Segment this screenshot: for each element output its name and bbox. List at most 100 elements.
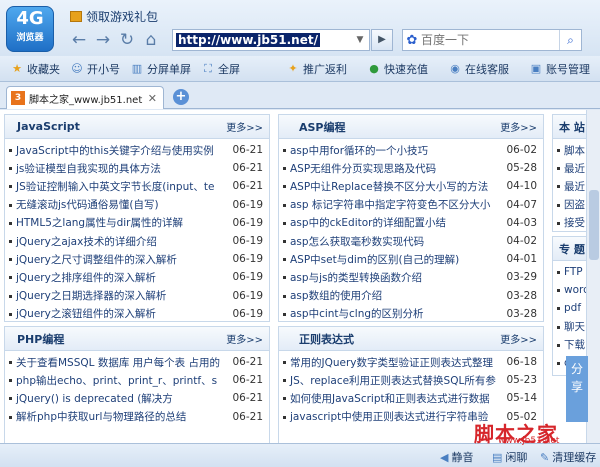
search-icon[interactable]: ⌕	[559, 30, 581, 50]
list-item[interactable]: 最近	[557, 159, 586, 177]
list-item[interactable]: asp中用for循环的一个小技巧 06-02	[283, 141, 537, 159]
new-tab-icon[interactable]: +	[173, 89, 189, 105]
list-item[interactable]: asp怎么获取毫秒数实现代码 04-02	[283, 232, 537, 250]
list-item[interactable]: asp 标记字符串中指定字符变色不区分大小 04-07	[283, 196, 537, 214]
refresh-icon[interactable]: ↻	[118, 30, 136, 50]
article-title[interactable]: 接受	[557, 215, 586, 230]
article-title[interactable]: js验证模型自我实现的具体方法	[9, 161, 228, 176]
favorites-button[interactable]: ★ 收藏夹	[10, 61, 60, 77]
article-title[interactable]: pdf	[557, 302, 586, 314]
list-item[interactable]: 解析php中获取url与物理路径的总结 06-21	[9, 408, 263, 426]
article-title[interactable]: jQuery之ajax技术的详细介绍	[9, 234, 228, 249]
article-title[interactable]: jQuery() is deprecated (解决方	[9, 391, 228, 406]
list-item[interactable]: jQuery之排序组件的深入解析 06-19	[9, 268, 263, 286]
list-item[interactable]: ASP中让Replace替换不区分大小写的方法 04-10	[283, 177, 537, 195]
list-item[interactable]: asp中cint与clng的区别分析 03-28	[283, 305, 537, 323]
clear-cache-button[interactable]: ✎ 清理缓存	[540, 449, 596, 465]
go-button[interactable]: ▶	[371, 29, 393, 51]
recharge-button[interactable]: ● 快速充值	[367, 61, 428, 77]
article-title[interactable]: 因盗	[557, 197, 586, 212]
tab-jb51[interactable]: 3 脚本之家_www.jb51.net ✕	[6, 86, 164, 109]
more-link[interactable]: 更多>>	[226, 119, 263, 134]
list-item[interactable]: 无缝滚动js代码通俗易懂(自写) 06-19	[9, 196, 263, 214]
more-link[interactable]: 更多>>	[226, 331, 263, 346]
back-icon[interactable]: ←	[70, 30, 88, 50]
article-title[interactable]: javascript中使用正则表达式进行字符串验	[283, 409, 502, 424]
article-title[interactable]: ASP无组件分页实现思路及代码	[283, 161, 502, 176]
home-icon[interactable]: ⌂	[142, 30, 160, 50]
article-title[interactable]: 下载	[557, 337, 586, 352]
more-link[interactable]: 更多>>	[500, 119, 537, 134]
vertical-scrollbar[interactable]	[586, 110, 600, 443]
close-tab-icon[interactable]: ✕	[148, 92, 157, 105]
article-title[interactable]: asp数组的使用介绍	[283, 288, 502, 303]
article-title[interactable]: asp中用for循环的一个小技巧	[283, 143, 502, 158]
list-item[interactable]: JS验证控制输入中英文字节长度(input、te 06-21	[9, 177, 263, 195]
chat-button[interactable]: ▤ 闲聊	[492, 449, 527, 465]
article-title[interactable]: 最近	[557, 161, 586, 176]
list-item[interactable]: js验证模型自我实现的具体方法 06-21	[9, 159, 263, 177]
list-item[interactable]: jQuery之尺寸调整组件的深入解析 06-19	[9, 250, 263, 268]
article-title[interactable]: jQuery之滚钮组件的深入解析	[9, 306, 228, 321]
new-account-button[interactable]: ☺ 开小号	[70, 61, 120, 77]
article-title[interactable]: asp与js的类型转换函数介绍	[283, 270, 502, 285]
list-item[interactable]: 常用的JQuery数字类型验证正则表达式整理 06-18	[283, 353, 537, 371]
list-item[interactable]: pdf	[557, 299, 586, 317]
list-item[interactable]: 下载	[557, 336, 586, 354]
list-item[interactable]: jQuery() is deprecated (解决方 06-21	[9, 389, 263, 407]
article-title[interactable]: FTP	[557, 266, 586, 278]
article-title[interactable]: ASP中让Replace替换不区分大小写的方法	[283, 179, 502, 194]
list-item[interactable]: ASP无组件分页实现思路及代码 05-28	[283, 159, 537, 177]
search-input[interactable]	[421, 33, 541, 47]
list-item[interactable]: word	[557, 281, 586, 299]
list-item[interactable]: 脚本	[557, 141, 586, 159]
article-title[interactable]: 如何使用JavaScript和正则表达式进行数据	[283, 391, 502, 406]
article-title[interactable]: asp中的ckEditor的详细配置小结	[283, 215, 502, 230]
mute-button[interactable]: ◀ 静音	[440, 449, 473, 465]
support-button[interactable]: ◉ 在线客服	[448, 61, 509, 77]
article-title[interactable]: jQuery之排序组件的深入解析	[9, 270, 228, 285]
list-item[interactable]: asp中的ckEditor的详细配置小结 04-03	[283, 214, 537, 232]
article-title[interactable]: 无缝滚动js代码通俗易懂(自写)	[9, 197, 228, 212]
share-button[interactable]: 分享	[566, 356, 588, 422]
list-item[interactable]: jQuery之ajax技术的详细介绍 06-19	[9, 232, 263, 250]
article-title[interactable]: HTML5之lang属性与dir属性的详解	[9, 215, 228, 230]
article-title[interactable]: php输出echo、print、print_r、printf、s	[9, 373, 228, 388]
split-screen-button[interactable]: ▥ 分屏单屏	[130, 61, 191, 77]
article-title[interactable]: jQuery之日期选择器的深入解析	[9, 288, 228, 303]
more-link[interactable]: 更多>>	[500, 331, 537, 346]
list-item[interactable]: jQuery之日期选择器的深入解析 06-19	[9, 287, 263, 305]
list-item[interactable]: JavaScript中的this关键字介绍与使用实例 06-21	[9, 141, 263, 159]
article-title[interactable]: jQuery之尺寸调整组件的深入解析	[9, 252, 228, 267]
list-item[interactable]: 如何使用JavaScript和正则表达式进行数据 05-14	[283, 389, 537, 407]
article-title[interactable]: ASP中set与dim的区别(自己的理解)	[283, 252, 502, 267]
list-item[interactable]: 关于查看MSSQL 数据库 用户每个表 占用的 06-21	[9, 353, 263, 371]
gift-link[interactable]: 领取游戏礼包	[70, 8, 158, 25]
article-title[interactable]: 常用的JQuery数字类型验证正则表达式整理	[283, 355, 502, 370]
forward-icon[interactable]: →	[94, 30, 112, 50]
article-title[interactable]: JavaScript中的this关键字介绍与使用实例	[9, 143, 228, 158]
article-title[interactable]: 解析php中获取url与物理路径的总结	[9, 409, 228, 424]
list-item[interactable]: JS、replace利用正则表达式替换SQL所有参 05-23	[283, 371, 537, 389]
address-bar[interactable]: http://www.jb51.net/	[172, 29, 370, 51]
promotion-button[interactable]: ✦ 推广返利	[286, 61, 347, 77]
article-title[interactable]: asp怎么获取毫秒数实现代码	[283, 234, 502, 249]
article-title[interactable]: word	[557, 284, 586, 296]
article-title[interactable]: JS验证控制输入中英文字节长度(input、te	[9, 179, 228, 194]
list-item[interactable]: jQuery之滚钮组件的深入解析 06-19	[9, 305, 263, 323]
list-item[interactable]: php输出echo、print、print_r、printf、s 06-21	[9, 371, 263, 389]
article-title[interactable]: 最近	[557, 179, 586, 194]
article-title[interactable]: 脚本	[557, 143, 586, 158]
list-item[interactable]: ASP中set与dim的区别(自己的理解) 04-01	[283, 250, 537, 268]
article-title[interactable]: 关于查看MSSQL 数据库 用户每个表 占用的	[9, 355, 228, 370]
browser-logo[interactable]: 4G 浏览器	[6, 6, 54, 52]
list-item[interactable]: HTML5之lang属性与dir属性的详解 06-19	[9, 214, 263, 232]
list-item[interactable]: 接受	[557, 214, 586, 232]
list-item[interactable]: FTP	[557, 263, 586, 281]
article-title[interactable]: asp 标记字符串中指定字符变色不区分大小	[283, 197, 502, 212]
address-dropdown-icon[interactable]: ▼	[352, 30, 368, 50]
article-title[interactable]: 聊天	[557, 319, 586, 334]
article-title[interactable]: asp中cint与clng的区别分析	[283, 306, 502, 321]
list-item[interactable]: 聊天	[557, 318, 586, 336]
list-item[interactable]: asp与js的类型转换函数介绍 03-29	[283, 268, 537, 286]
